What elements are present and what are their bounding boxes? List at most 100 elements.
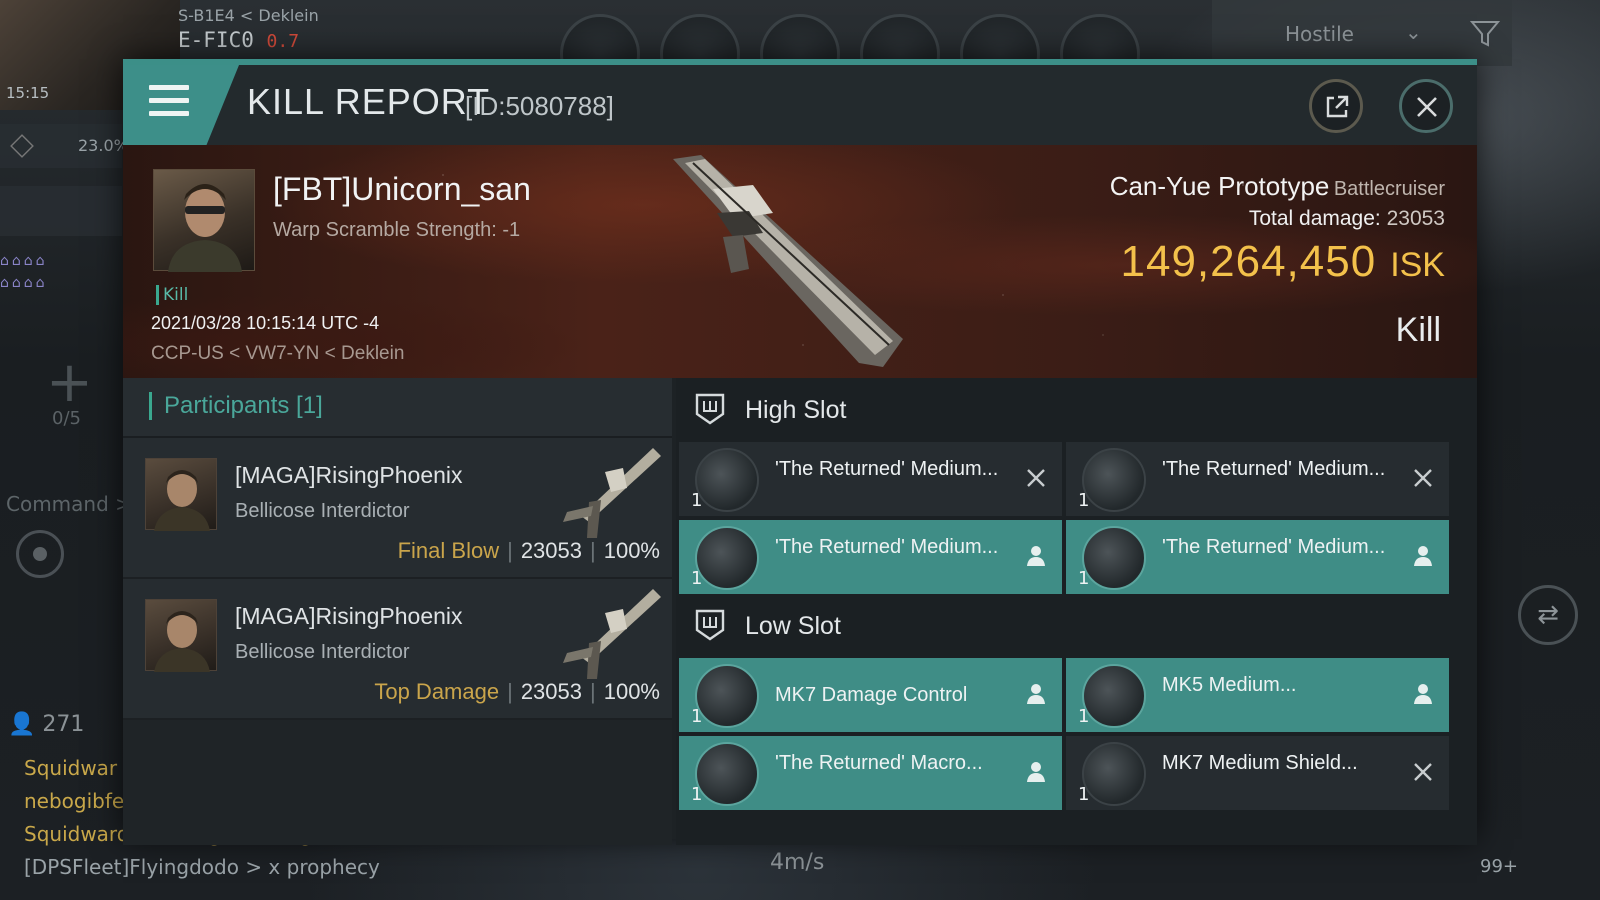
item-name: 'The Returned' Medium...	[775, 458, 999, 480]
fleet-count: 0/5	[52, 408, 81, 429]
participant-row[interactable]: [MAGA]RisingPhoenix Bellicose Interdicto…	[123, 438, 672, 579]
victim-ship-image	[673, 155, 903, 367]
participant-role: Final Blow	[397, 538, 500, 563]
participant-ship-image	[563, 589, 661, 679]
chevron-down-icon[interactable]: ⌄	[1405, 20, 1422, 44]
isk-amount: 149,264,450	[1120, 237, 1377, 286]
module-indicators: ⌂⌂⌂⌂ ⌂⌂⌂⌂	[0, 253, 48, 291]
fitting-item[interactable]: 1 'The Returned' Medium...	[1066, 520, 1449, 594]
dropped-person-icon	[1027, 684, 1045, 704]
participant-name: [MAGA]RisingPhoenix	[235, 603, 463, 629]
item-quantity: 1	[691, 706, 703, 727]
victim-avatar[interactable]	[153, 169, 255, 272]
fitting-item[interactable]: 1 'The Returned' Macro...	[679, 736, 1062, 810]
dropped-person-icon	[1027, 546, 1045, 566]
participant-avatar[interactable]	[145, 458, 217, 531]
participant-role: Top Damage	[374, 679, 500, 704]
turret-icon	[695, 448, 759, 512]
overview-filter-value: Hostile	[1285, 22, 1354, 46]
low-slot-grid: 1 MK7 Damage Control 1 MK5 Medium... 1 '…	[676, 658, 1477, 810]
fittings-panel: High Slot 1 'The Returned' Medium... 1 '…	[676, 378, 1477, 845]
local-count[interactable]: 👤 271	[8, 712, 84, 737]
isk-unit: ISK	[1390, 246, 1445, 284]
item-name: MK7 Medium Shield...	[1162, 752, 1358, 774]
add-fleet-icon[interactable]: +	[46, 350, 93, 415]
victim-banner: [FBT]Unicorn_san Warp Scramble Strength:…	[123, 145, 1477, 378]
damage-control-icon	[695, 664, 759, 728]
destroyed-icon	[1414, 469, 1432, 487]
participants-header: Participants [1]	[123, 378, 672, 438]
fitting-item[interactable]: 1 MK7 Damage Control	[679, 658, 1062, 732]
share-button[interactable]	[1309, 79, 1363, 133]
ship-class: Battlecruiser	[1333, 178, 1445, 200]
total-damage: Total damage: 23053	[1248, 207, 1445, 230]
overview-filter[interactable]	[1212, 0, 1512, 66]
kill-tag: Kill	[156, 285, 188, 305]
item-name: MK7 Damage Control	[775, 684, 968, 706]
close-button[interactable]	[1399, 79, 1453, 133]
fitting-item[interactable]: 1 'The Returned' Medium...	[679, 442, 1062, 516]
hamburger-icon	[149, 85, 189, 124]
fitting-item[interactable]: 1 MK5 Medium...	[1066, 658, 1449, 732]
pilot-portrait-icon	[154, 611, 210, 672]
chat-line: [DPSFleet]Flyingdodo > x prophecy	[24, 855, 380, 879]
item-name: 'The Returned' Medium...	[775, 536, 999, 558]
isk-value: 149,264,450 ISK	[1121, 237, 1446, 287]
destroyed-icon	[1414, 763, 1432, 781]
participant-ship: Bellicose Interdictor	[235, 641, 410, 663]
dropped-person-icon	[1027, 762, 1045, 782]
current-system[interactable]: E-FIC0 0.7	[178, 28, 299, 52]
item-quantity: 1	[691, 784, 703, 805]
module-icon	[1082, 664, 1146, 728]
report-id: [ID:5080788]	[465, 91, 614, 121]
close-icon	[1417, 97, 1437, 117]
mid-slot-header-partial	[676, 810, 1477, 830]
participant-damage: 23053	[520, 679, 582, 704]
fitting-item[interactable]: 1 'The Returned' Medium...	[679, 520, 1062, 594]
kill-report-window: KILL REPORT [ID:5080788] [FBT]Unicorn_sa…	[123, 59, 1477, 845]
kill-datetime: 2021/03/28 10:15:14 UTC -4	[151, 313, 380, 333]
fitting-item[interactable]: 1 MK7 Medium Shield...	[1066, 736, 1449, 810]
participant-percent: 100%	[603, 679, 660, 704]
item-quantity: 1	[691, 568, 703, 589]
menu-button[interactable]	[123, 65, 239, 145]
participant-ship: Bellicose Interdictor	[235, 500, 410, 522]
item-quantity: 1	[691, 490, 703, 511]
cargo-indicator[interactable]: 23.0%	[0, 124, 129, 168]
navigation-buttons[interactable]	[0, 186, 122, 236]
victim-ship[interactable]: Can-Yue Prototype Battlecruiser	[1110, 171, 1445, 202]
turret-icon	[695, 526, 759, 590]
swap-icon[interactable]: ⇄	[1518, 585, 1578, 645]
cargo-icon	[10, 134, 34, 158]
dropped-person-icon	[1414, 684, 1432, 704]
item-name: 'The Returned' Macro...	[775, 752, 983, 774]
fitting-item[interactable]: 1 'The Returned' Medium...	[1066, 442, 1449, 516]
low-slot-header: Low Slot	[676, 594, 1477, 658]
item-name: 'The Returned' Medium...	[1162, 536, 1386, 558]
participant-row[interactable]: [MAGA]RisingPhoenix Bellicose Interdicto…	[123, 579, 672, 720]
participant-damage: 23053	[520, 538, 582, 563]
participant-stats: Top Damage | 23053 | 100%	[374, 679, 660, 704]
filter-icon[interactable]	[1470, 18, 1500, 48]
clock: 15:15	[6, 84, 50, 102]
item-quantity: 1	[1078, 706, 1090, 727]
victim-name[interactable]: [FBT]Unicorn_san	[273, 171, 531, 208]
participant-name: [MAGA]RisingPhoenix	[235, 462, 463, 488]
item-quantity: 1	[1078, 784, 1090, 805]
pilot-portrait-icon	[154, 470, 210, 531]
item-name: 'The Returned' Medium...	[1162, 458, 1386, 480]
target-ring-icon[interactable]	[16, 530, 64, 578]
item-quantity: 1	[1078, 568, 1090, 589]
low-slot-icon	[695, 609, 725, 641]
participant-avatar[interactable]	[145, 599, 217, 672]
pilot-portrait-icon	[168, 184, 242, 272]
kill-location[interactable]: CCP-US < VW7-YN < Deklein	[151, 343, 404, 365]
weapon-upgrade-icon	[695, 742, 759, 806]
command-button[interactable]: Command >	[6, 492, 132, 516]
share-icon	[1326, 95, 1349, 118]
system-breadcrumb: S-B1E4 < Deklein	[178, 6, 319, 25]
cargo-badge: 99+	[1480, 856, 1518, 877]
security-status: 0.7	[266, 31, 300, 52]
high-slot-icon	[695, 393, 725, 425]
shield-module-icon	[1082, 742, 1146, 806]
